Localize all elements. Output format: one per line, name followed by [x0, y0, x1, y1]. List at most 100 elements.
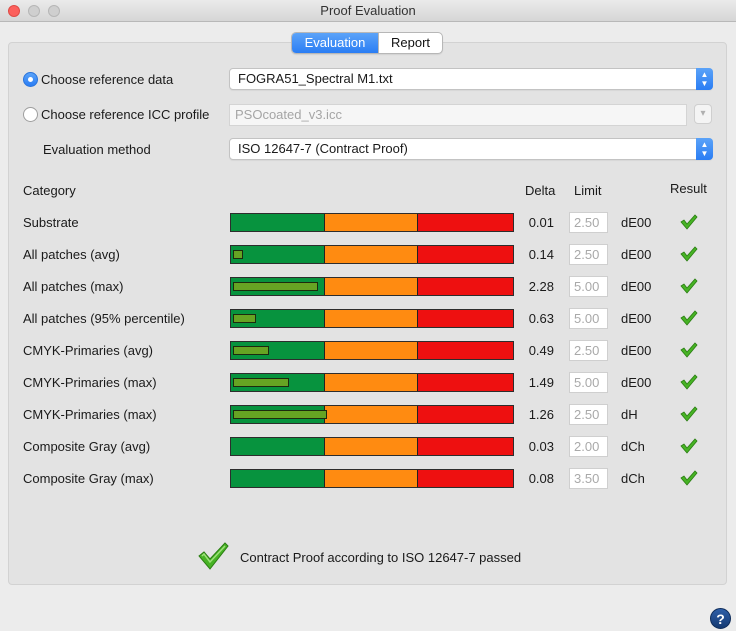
unit-label: dCh: [621, 439, 645, 454]
fail-zone: [418, 246, 513, 263]
checkmark-icon: [680, 438, 698, 457]
unit-label: dE00: [621, 247, 652, 262]
delta-value: 0.01: [528, 215, 554, 230]
checkmark-icon: [680, 246, 698, 265]
fail-zone: [418, 278, 513, 295]
tab-evaluation[interactable]: Evaluation: [292, 33, 378, 53]
delta-meter: [230, 245, 514, 264]
unit-label: dE00: [621, 375, 652, 390]
delta-meter: [230, 341, 514, 360]
checkmark-icon: [680, 278, 698, 297]
summary-text: Contract Proof according to ISO 12647-7 …: [240, 550, 522, 565]
category-label: CMYK-Primaries (max): [23, 375, 157, 390]
category-label: Composite Gray (max): [23, 471, 154, 486]
limit-field: 2.00: [569, 436, 608, 457]
delta-level-fill: [233, 282, 318, 291]
passed-checkmark-icon: [197, 541, 229, 574]
category-header: Category: [23, 183, 76, 198]
warning-zone: [325, 374, 418, 391]
tab-report[interactable]: Report: [378, 33, 442, 53]
fail-zone: [418, 438, 513, 455]
reference-icc-value: PSOcoated_v3.icc: [235, 107, 342, 122]
delta-level-fill: [233, 346, 269, 355]
fail-zone: [418, 310, 513, 327]
checkmark-icon: [680, 214, 698, 233]
delta-meter: [230, 277, 514, 296]
delta-level-fill: [233, 314, 256, 323]
icc-dropdown-button[interactable]: ▾: [694, 104, 712, 124]
delta-level-fill: [233, 442, 235, 451]
category-label: All patches (max): [23, 279, 124, 294]
window-title: Proof Evaluation: [320, 3, 416, 18]
limit-header: Limit: [574, 183, 602, 198]
limit-field: 2.50: [569, 244, 608, 265]
category-label: Substrate: [23, 215, 79, 230]
chevron-down-icon: ▾: [700, 108, 706, 119]
limit-field: 2.50: [569, 212, 608, 233]
delta-level-fill: [233, 474, 235, 483]
evaluation-method-value: ISO 12647-7 (Contract Proof): [238, 141, 408, 156]
warning-zone: [325, 246, 418, 263]
zoom-window-button[interactable]: [48, 5, 60, 17]
close-window-button[interactable]: [8, 5, 20, 17]
checkmark-icon: [680, 406, 698, 425]
warning-zone: [325, 470, 418, 487]
delta-value: 2.28: [528, 279, 554, 294]
fail-zone: [418, 374, 513, 391]
warning-zone: [325, 214, 418, 231]
delta-meter: [230, 309, 514, 328]
limit-field: 5.00: [569, 308, 608, 329]
delta-header: Delta: [525, 183, 556, 198]
pass-zone: [231, 214, 325, 231]
checkmark-icon: [680, 342, 698, 361]
help-icon[interactable]: ?: [710, 608, 731, 629]
unit-label: dE00: [621, 343, 652, 358]
delta-meter: [230, 213, 514, 232]
delta-meter: [230, 373, 514, 392]
unit-label: dE00: [621, 311, 652, 326]
select-arrows-icon: ▲ ▼: [696, 138, 713, 160]
category-label: All patches (avg): [23, 247, 120, 262]
delta-level-fill: [233, 410, 327, 419]
delta-meter: [230, 469, 514, 488]
delta-level-fill: [233, 250, 243, 259]
delta-level-fill: [233, 218, 235, 227]
reference-data-radio[interactable]: [23, 72, 38, 87]
delta-meter: [230, 405, 514, 424]
result-header: Result: [670, 181, 707, 196]
checkmark-icon: [680, 310, 698, 329]
limit-field: 5.00: [569, 372, 608, 393]
reference-data-label: Choose reference data: [41, 72, 174, 87]
reference-data-select[interactable]: FOGRA51_Spectral M1.txt ▲ ▼: [229, 68, 713, 90]
reference-data-value: FOGRA51_Spectral M1.txt: [238, 71, 393, 86]
evaluation-method-select[interactable]: ISO 12647-7 (Contract Proof) ▲ ▼: [229, 138, 713, 160]
warning-zone: [325, 438, 418, 455]
fail-zone: [418, 214, 513, 231]
unit-label: dE00: [621, 279, 652, 294]
checkmark-icon: [680, 374, 698, 393]
reference-icc-radio[interactable]: [23, 107, 38, 122]
pass-zone: [231, 470, 325, 487]
fail-zone: [418, 406, 513, 423]
fail-zone: [418, 342, 513, 359]
delta-meter: [230, 437, 514, 456]
category-label: CMYK-Primaries (max): [23, 407, 157, 422]
unit-label: dH: [621, 407, 638, 422]
limit-field: 2.50: [569, 404, 608, 425]
limit-field: 3.50: [569, 468, 608, 489]
fail-zone: [418, 470, 513, 487]
pass-zone: [231, 246, 325, 263]
category-label: CMYK-Primaries (avg): [23, 343, 154, 358]
warning-zone: [325, 406, 418, 423]
pass-zone: [231, 438, 325, 455]
unit-label: dE00: [621, 215, 652, 230]
minimize-window-button[interactable]: [28, 5, 40, 17]
evaluation-method-label: Evaluation method: [43, 142, 151, 157]
select-arrows-icon: ▲ ▼: [696, 68, 713, 90]
warning-zone: [325, 310, 418, 327]
delta-value: 0.14: [528, 247, 554, 262]
delta-level-fill: [233, 378, 289, 387]
category-label: All patches (95% percentile): [23, 311, 185, 326]
reference-icc-field: PSOcoated_v3.icc: [229, 104, 687, 126]
window-titlebar: Proof Evaluation: [0, 0, 736, 22]
